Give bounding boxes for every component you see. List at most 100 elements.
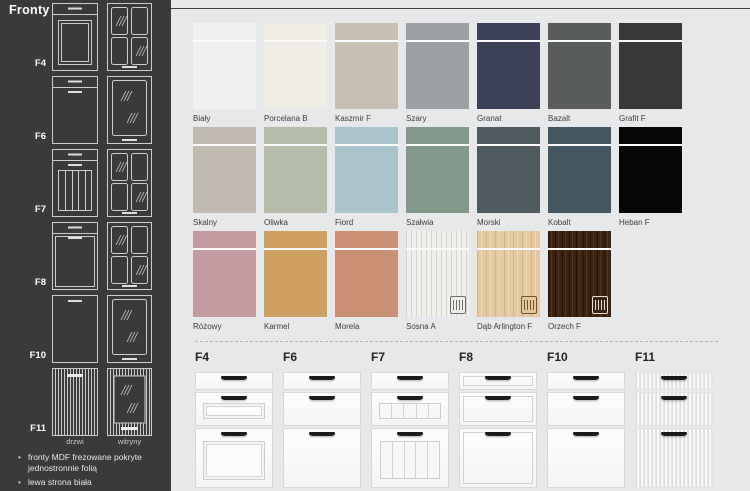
drawer-handle xyxy=(661,376,687,380)
catalog-page: Fronty F4F6F7F8F10F11 drzwi witryny fron… xyxy=(0,0,750,491)
color-palette: BiałyPorcelana B Kaszmir F Szary Granat Baza… xyxy=(193,23,682,331)
vitrine-diagram xyxy=(107,368,152,436)
drawer-front xyxy=(547,392,625,426)
swatch-face xyxy=(193,231,256,317)
door-diagram xyxy=(52,295,98,363)
swatch-label: Dąb Arlington F xyxy=(477,322,540,331)
color-swatch: Szary xyxy=(406,23,469,123)
color-swatch: Granat xyxy=(477,23,540,123)
drawer-handle xyxy=(309,376,335,380)
color-swatch: Bazalt xyxy=(548,23,611,123)
preview-label: F7 xyxy=(371,350,449,364)
fronts-sidebar: Fronty F4F6F7F8F10F11 drzwi witryny fron… xyxy=(0,0,171,491)
color-swatch: Skalny xyxy=(193,127,256,227)
drawer-front xyxy=(459,428,537,488)
drawer-front xyxy=(195,372,273,390)
drawer-handle xyxy=(221,432,247,436)
drawer-handle xyxy=(221,376,247,380)
color-swatch: Biały xyxy=(193,23,256,123)
vitrine-diagram xyxy=(107,3,152,71)
swatch-face xyxy=(193,127,256,213)
main-area: BiałyPorcelana B Kaszmir F Szary Granat Baza… xyxy=(171,0,750,491)
swatch-label: Skalny xyxy=(193,218,256,227)
swatch-face xyxy=(619,23,682,109)
swatch-face xyxy=(193,23,256,109)
front-preview-column-f6: F6 xyxy=(283,342,361,488)
drawer-front xyxy=(547,428,625,488)
drawer-front xyxy=(283,372,361,390)
swatch-label: Morela xyxy=(335,322,398,331)
color-swatch: Porcelana B xyxy=(264,23,327,123)
drawer-stack xyxy=(371,372,449,488)
swatch-face xyxy=(264,127,327,213)
swatch-face xyxy=(477,231,540,317)
swatch-label: Karmel xyxy=(264,322,327,331)
front-row-f8: F8 xyxy=(0,222,171,290)
swatch-face xyxy=(548,231,611,317)
swatch-face xyxy=(406,127,469,213)
drawer-handle xyxy=(485,396,511,400)
drawer-front xyxy=(635,428,713,488)
swatch-label: Orzech F xyxy=(548,322,611,331)
vitrine-diagram xyxy=(107,295,152,363)
drawer-front xyxy=(547,372,625,390)
color-swatch: Oliwka xyxy=(264,127,327,227)
front-preview-column-f8: F8 xyxy=(459,342,537,488)
drawer-handle xyxy=(661,396,687,400)
grain-direction-icon xyxy=(592,296,608,314)
preview-label: F11 xyxy=(635,350,713,364)
drawer-front xyxy=(371,372,449,390)
swatch-label: Granat xyxy=(477,114,540,123)
color-swatch: Kaszmir F xyxy=(335,23,398,123)
drawer-handle xyxy=(397,376,423,380)
vitrine-diagram xyxy=(107,76,152,144)
swatch-label: Kobalt xyxy=(548,218,611,227)
drawer-front xyxy=(371,428,449,488)
drawer-front xyxy=(195,392,273,426)
color-swatch: Dąb Arlington F xyxy=(477,231,540,331)
drawer-handle xyxy=(221,396,247,400)
notes-list: fronty MDF frezowane pokryte jednostronn… xyxy=(16,452,144,491)
color-swatch: Różowy xyxy=(193,231,256,331)
swatch-face xyxy=(335,127,398,213)
swatch-face xyxy=(335,23,398,109)
grain-direction-icon xyxy=(450,296,466,314)
drawer-stack xyxy=(283,372,361,488)
drawer-handle xyxy=(485,376,511,380)
swatch-label: Bazalt xyxy=(548,114,611,123)
swatch-label: Oliwka xyxy=(264,218,327,227)
color-swatch: Grafit F xyxy=(619,23,682,123)
color-swatch: Szałwia xyxy=(406,127,469,227)
note-item: fronty MDF frezowane pokryte jednostronn… xyxy=(16,452,144,475)
color-swatch: Orzech F xyxy=(548,231,611,331)
note-item: lewa strona biała xyxy=(16,477,144,488)
drawer-handle xyxy=(485,432,511,436)
top-divider xyxy=(171,8,750,9)
color-swatch: Morela xyxy=(335,231,398,331)
drawer-handle xyxy=(397,396,423,400)
drawer-handle xyxy=(397,432,423,436)
swatch-label: Morski xyxy=(477,218,540,227)
swatch-face xyxy=(548,127,611,213)
color-swatch: Sosna A xyxy=(406,231,469,331)
swatch-label: Heban F xyxy=(619,218,682,227)
front-row-f7: F7 xyxy=(0,149,171,217)
swatch-face xyxy=(548,23,611,109)
drawer-front xyxy=(635,372,713,390)
swatch-label: Szary xyxy=(406,114,469,123)
drawer-handle xyxy=(573,376,599,380)
front-previews-row: F4F6F7F8F10F11 xyxy=(195,342,718,488)
front-row-f10: F10 xyxy=(0,295,171,363)
swatch-label: Sosna A xyxy=(406,322,469,331)
drawer-handle xyxy=(573,432,599,436)
swatch-face xyxy=(406,231,469,317)
door-diagram xyxy=(52,368,98,436)
preview-label: F4 xyxy=(195,350,273,364)
swatch-label: Fiord xyxy=(335,218,398,227)
drawer-front xyxy=(283,428,361,488)
front-row-f11: F11 xyxy=(0,368,171,436)
vitrines-column-label: witryny xyxy=(107,437,152,446)
drawer-handle xyxy=(661,432,687,436)
drawer-front xyxy=(195,428,273,488)
swatch-label: Kaszmir F xyxy=(335,114,398,123)
